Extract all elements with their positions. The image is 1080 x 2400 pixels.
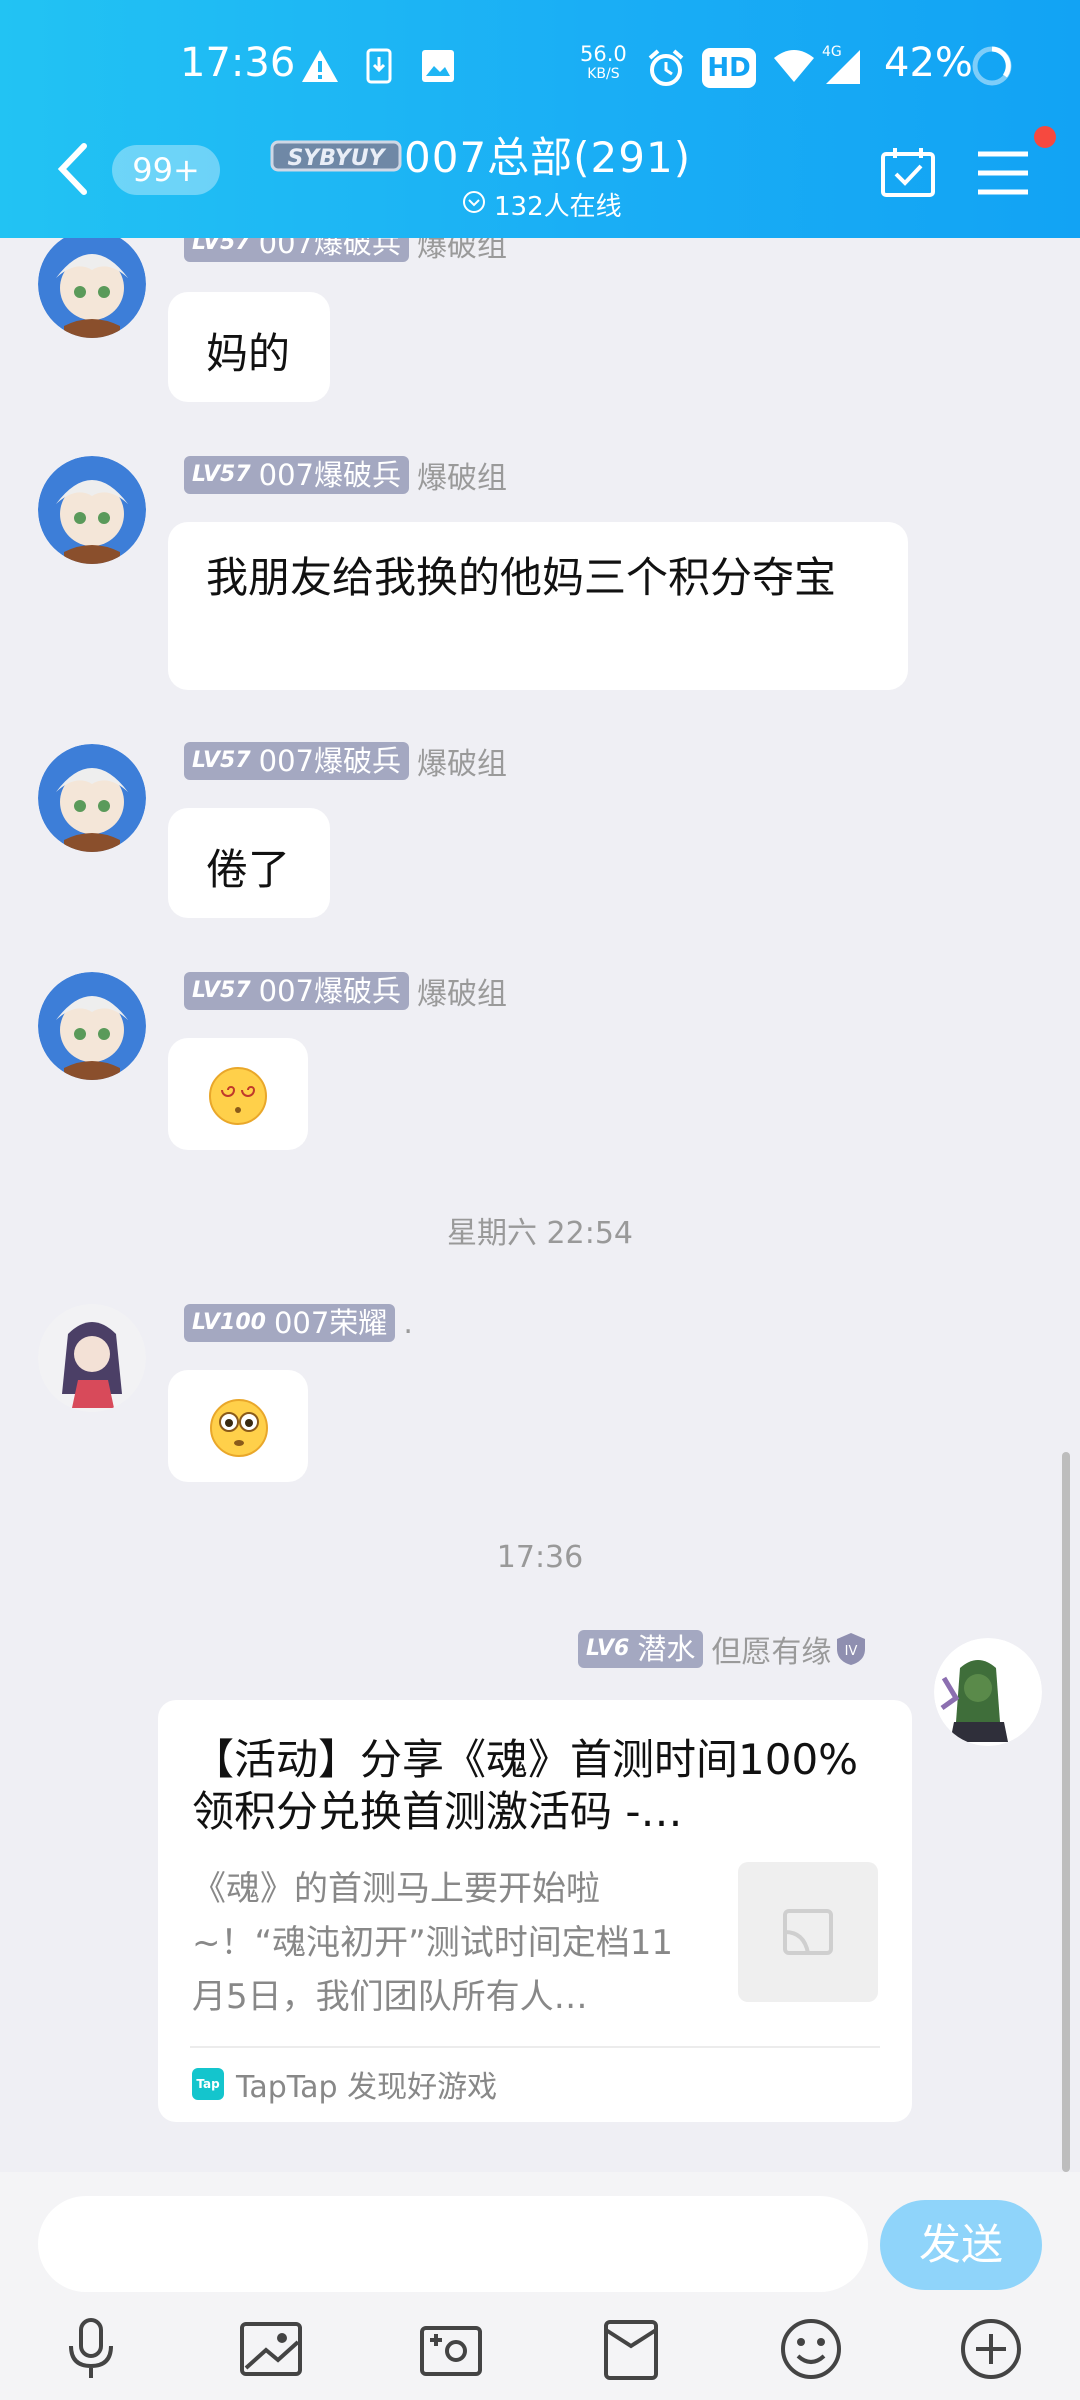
- online-dropdown-icon: [463, 191, 485, 213]
- level-badge: LV6: [586, 1636, 630, 1661]
- sender-meta: LV57 007爆破兵 爆破组: [184, 456, 507, 496]
- member-title-tag: LV100 007荣耀: [184, 1304, 396, 1342]
- member-title: 007荣耀: [273, 1306, 388, 1340]
- composer: 发送: [0, 2172, 1080, 2400]
- sender-group: 爆破组: [417, 977, 507, 1012]
- member-title-tag: LV57 007爆破兵: [184, 456, 409, 494]
- online-count[interactable]: 132人在线: [494, 186, 622, 223]
- gallery-icon: [422, 50, 454, 82]
- chat-list[interactable]: LV57 007爆破兵 爆破组 妈的 LV57 007爆破兵 爆破组 我朋友给我换的…: [0, 238, 1080, 2172]
- group-logo-text: SYBYUY: [287, 146, 386, 171]
- member-title-tag: LV57 007爆破兵: [184, 238, 409, 262]
- sender-group: .: [403, 1305, 413, 1341]
- cellular-signal-icon: [826, 50, 860, 84]
- calendar-check-icon[interactable]: [880, 146, 936, 198]
- timestamp: 星期六 22:54: [447, 1216, 633, 1251]
- message-bubble[interactable]: [168, 1370, 308, 1482]
- level-badge: LV57: [192, 748, 251, 773]
- member-title-tag: LV57 007爆破兵: [184, 972, 409, 1010]
- message-bubble[interactable]: [168, 1038, 308, 1150]
- flushed-face-emoji: [210, 1399, 268, 1457]
- sender-meta: LV57 007爆破兵 爆破组: [184, 972, 507, 1012]
- composer-toolbar: [0, 2314, 1080, 2400]
- scrollbar[interactable]: [1062, 1452, 1070, 2172]
- avatar[interactable]: [38, 972, 146, 1080]
- member-title: 007爆破兵: [258, 458, 401, 492]
- unread-badge[interactable]: 99+: [112, 145, 220, 195]
- sender-group: 但愿有缘: [711, 1635, 832, 1670]
- emoji-icon[interactable]: [776, 2314, 846, 2384]
- avatar[interactable]: [38, 456, 146, 564]
- timestamp: 17:36: [496, 1540, 584, 1575]
- level-badge: LV57: [192, 462, 251, 487]
- phone-download-icon: [366, 48, 392, 84]
- svg-text:IV: IV: [845, 1644, 858, 1659]
- card-description: 《魂》的首测马上要开始啦~！“魂沌初开”测试时间定档11月5日，我们团队所有人…: [192, 1869, 673, 2017]
- member-title-tag: LV57 007爆破兵: [184, 742, 409, 780]
- menu-icon[interactable]: [976, 150, 1030, 196]
- image-placeholder-icon: [783, 1909, 833, 1955]
- sender-meta: LV57 007爆破兵 爆破组: [184, 238, 507, 264]
- app-header: 17:36 56.0 KB/S HD 4G 42% 99+ SYBYUY 007…: [0, 0, 1080, 238]
- member-title: 007爆破兵: [258, 238, 401, 260]
- warning-icon: [302, 50, 338, 82]
- battery-ring-icon: [972, 46, 1012, 86]
- taptap-logo: Tap: [192, 2068, 224, 2100]
- dizzy-face-emoji: [209, 1067, 267, 1125]
- message-bubble[interactable]: 我朋友给我换的他妈三个积分夺宝: [168, 522, 908, 690]
- member-title: 007爆破兵: [258, 974, 401, 1008]
- member-title: 潜水: [637, 1632, 696, 1666]
- link-card[interactable]: 【活动】分享《魂》首测时间100%领积分兑换首测激活码 -… 《魂》的首测马上要…: [158, 1700, 912, 2122]
- status-time: 17:36: [180, 40, 296, 86]
- microphone-icon[interactable]: [56, 2314, 126, 2384]
- hd-badge: HD: [702, 48, 756, 88]
- plus-icon[interactable]: [956, 2314, 1026, 2384]
- card-thumbnail: [738, 1862, 878, 2002]
- message-bubble[interactable]: 妈的: [168, 292, 330, 402]
- back-arrow-icon[interactable]: [52, 142, 96, 196]
- net-speed: 56.0 KB/S: [580, 44, 627, 84]
- sender-meta: LV57 007爆破兵 爆破组: [184, 742, 507, 782]
- wifi-icon: [774, 50, 814, 82]
- camera-icon[interactable]: [416, 2314, 486, 2384]
- card-source-text: TapTap 发现好游戏: [236, 2070, 498, 2105]
- group-title[interactable]: 007总部(291): [404, 124, 691, 185]
- message-input[interactable]: [38, 2196, 868, 2292]
- level-badge: LV57: [192, 978, 251, 1003]
- member-title: 007爆破兵: [258, 744, 401, 778]
- net-speed-unit: KB/S: [587, 66, 620, 82]
- avatar[interactable]: [38, 744, 146, 852]
- battery-level: 42%: [884, 40, 973, 86]
- avatar[interactable]: [38, 238, 146, 338]
- card-source: Tap TapTap 发现好游戏: [192, 2062, 497, 2106]
- sender-meta: LV100 007荣耀 .: [184, 1304, 413, 1342]
- notification-dot: [1034, 126, 1056, 148]
- sender-group: 爆破组: [417, 747, 507, 782]
- red-packet-icon[interactable]: [596, 2314, 666, 2384]
- level-badge: LV100: [192, 1310, 266, 1335]
- shield-badge-icon: IV: [837, 1633, 866, 1665]
- image-icon[interactable]: [236, 2314, 306, 2384]
- status-bar: 17:36 56.0 KB/S HD 4G 42%: [0, 0, 1080, 136]
- card-divider: [190, 2046, 880, 2048]
- sender-group: 爆破组: [417, 461, 507, 496]
- group-logo: SYBYUY: [270, 140, 402, 172]
- message-bubble[interactable]: 倦了: [168, 808, 330, 918]
- sender-group: 爆破组: [417, 238, 507, 264]
- card-title: 【活动】分享《魂》首测时间100%领积分兑换首测激活码 -…: [192, 1735, 859, 1836]
- avatar[interactable]: [38, 1304, 146, 1412]
- member-title-tag: LV6 潜水: [578, 1630, 704, 1668]
- net-speed-value: 56.0: [580, 42, 627, 66]
- sender-meta: LV6 潜水 但愿有缘 IV: [578, 1630, 869, 1670]
- send-button[interactable]: 发送: [880, 2200, 1042, 2290]
- alarm-icon: [648, 49, 684, 86]
- avatar[interactable]: [934, 1638, 1042, 1746]
- level-badge: LV57: [192, 238, 251, 255]
